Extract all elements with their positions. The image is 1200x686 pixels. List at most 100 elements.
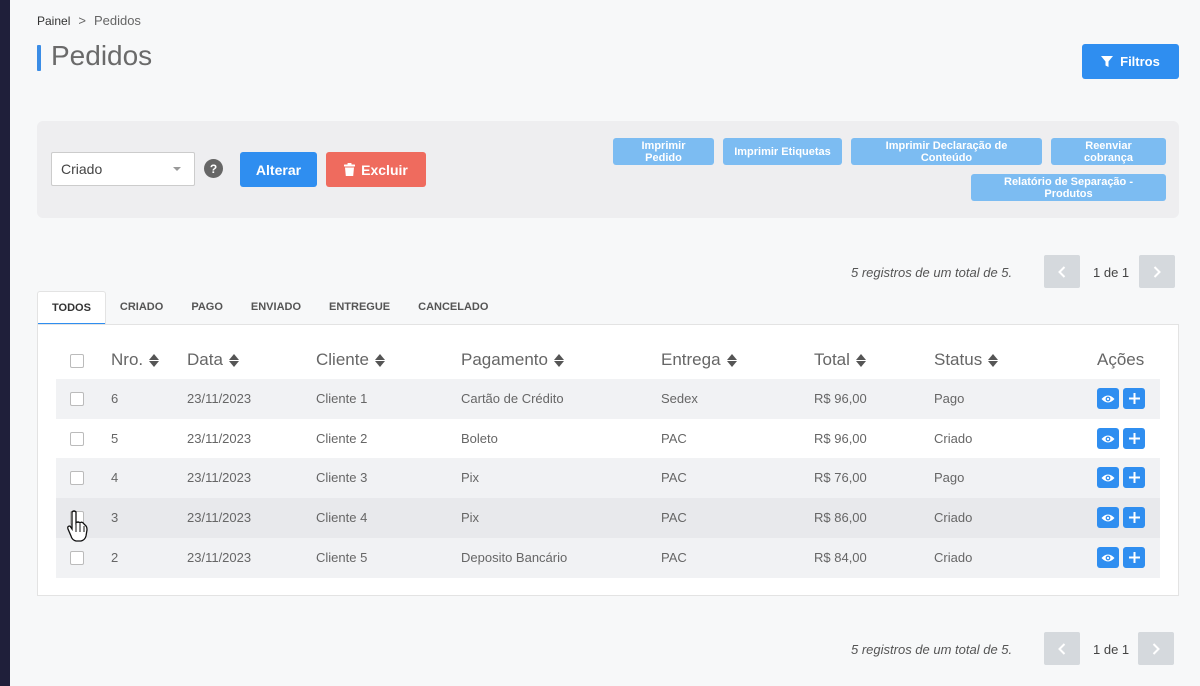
print-content-declaration-button[interactable]: Imprimir Declaração de Conteúdo [851,138,1042,165]
cell-pagamento: Cartão de Crédito [461,391,564,406]
cell-nro: 2 [111,550,119,565]
select-all-checkbox[interactable] [70,354,84,368]
view-order-button[interactable] [1097,467,1119,488]
row-checkbox[interactable] [70,392,84,406]
chevron-right-icon [1153,265,1161,278]
header-status[interactable]: Status [934,350,999,370]
cell-total: R$ 96,00 [814,391,867,406]
cell-data: 23/11/2023 [187,470,252,485]
tab-pago[interactable]: PAGO [177,291,237,325]
row-checkbox[interactable] [70,471,84,485]
sort-icon [374,353,385,367]
view-order-button[interactable] [1097,388,1119,409]
plus-icon [1128,512,1140,523]
breadcrumb-separator: > [78,13,86,28]
excluir-button-label: Excluir [361,161,408,178]
header-entrega[interactable]: Entrega [661,350,737,370]
eye-icon [1101,435,1115,442]
hand-cursor-icon [67,510,88,542]
alterar-button[interactable]: Alterar [240,152,317,187]
cell-data: 23/11/2023 [187,510,252,525]
eye-icon [1101,514,1115,521]
sort-icon [855,353,866,367]
cell-status: Criado [934,510,973,525]
cell-status: Pago [934,391,965,406]
status-select-value: Criado [61,161,103,177]
breadcrumb: Painel > Pedidos [37,13,141,28]
header-pagamento[interactable]: Pagamento [461,350,564,370]
add-button[interactable] [1123,507,1145,528]
header-data[interactable]: Data [187,350,239,370]
cell-pagamento: Pix [461,510,480,525]
cell-entrega: Sedex [661,391,698,406]
page-label-top: 1 de 1 [1093,265,1130,280]
row-checkbox[interactable] [70,551,84,565]
add-button[interactable] [1123,547,1145,568]
header-entrega-label: Entrega [661,350,721,369]
bulk-actions-toolbar: Criado ? Alterar Excluir Imprimir Pedido… [37,121,1179,218]
cell-data: 23/11/2023 [187,391,252,406]
table-row: 2 23/11/2023 Cliente 5 Deposito Bancário PAC… [56,538,1160,578]
cell-total: R$ 76,00 [814,470,867,485]
cell-cliente: Cliente 1 [316,391,368,406]
tab-enviado[interactable]: ENVIADO [237,291,315,325]
filters-button-label: Filtros [1120,54,1160,69]
plus-icon [1128,393,1140,404]
next-page-button-top[interactable] [1139,255,1175,288]
separation-report-button[interactable]: Relatório de Separação - Produtos [971,174,1166,201]
cell-data: 23/11/2023 [187,431,252,446]
status-select[interactable]: Criado [51,152,195,186]
view-order-button[interactable] [1097,507,1119,528]
eye-icon [1101,395,1115,402]
cell-status: Criado [934,431,973,446]
prev-page-button-bottom[interactable] [1044,632,1080,665]
header-total-label: Total [814,350,850,369]
cell-status: Pago [934,470,965,485]
table-row: 6 23/11/2023 Cliente 1 Cartão de Crédito Sed… [56,379,1160,419]
records-info-bottom: 5 registros de um total de 5. [851,642,1013,657]
cell-pagamento: Deposito Bancário [461,550,568,565]
header-total[interactable]: Total [814,350,866,370]
sort-icon [149,353,160,367]
filters-button[interactable]: Filtros [1082,44,1179,79]
sort-icon [726,353,737,367]
view-order-button[interactable] [1097,547,1119,568]
tab-todos[interactable]: TODOS [37,291,106,326]
add-button[interactable] [1123,388,1145,409]
add-button[interactable] [1123,467,1145,488]
header-data-label: Data [187,350,223,369]
chevron-left-icon [1058,265,1066,278]
table-header: Nro. Data Cliente Pagamento Entrega Tota… [56,342,1160,378]
table-row: 5 23/11/2023 Cliente 2 Boleto PAC R$ 96,00 Cri… [56,419,1160,459]
tab-cancelado[interactable]: CANCELADO [404,291,502,325]
tab-criado[interactable]: CRIADO [106,291,177,325]
table-row: 4 23/11/2023 Cliente 3 Pix PAC R$ 76,00 Pago [56,458,1160,498]
prev-page-button-top[interactable] [1044,255,1080,288]
cell-nro: 6 [111,391,119,406]
resend-charge-button[interactable]: Reenviar cobrança [1051,138,1166,165]
view-order-button[interactable] [1097,428,1119,449]
cell-pagamento: Boleto [461,431,498,446]
cell-data: 23/11/2023 [187,550,252,565]
tab-entregue[interactable]: ENTREGUE [315,291,404,325]
help-icon[interactable]: ? [204,159,223,178]
header-pagamento-label: Pagamento [461,350,548,369]
breadcrumb-home-link[interactable]: Painel [37,14,70,28]
chevron-right-icon [1152,642,1160,655]
next-page-button-bottom[interactable] [1138,632,1174,665]
add-button[interactable] [1123,428,1145,449]
cell-status: Criado [934,550,973,565]
cell-cliente: Cliente 2 [316,431,368,446]
breadcrumb-current: Pedidos [93,13,141,28]
header-nro-label: Nro. [111,350,144,369]
print-order-button[interactable]: Imprimir Pedido [613,138,714,165]
header-cliente[interactable]: Cliente [316,350,385,370]
cell-total: R$ 96,00 [814,431,867,446]
title-accent-bar [37,45,41,71]
row-checkbox[interactable] [70,432,84,446]
excluir-button[interactable]: Excluir [326,152,426,187]
header-nro[interactable]: Nro. [111,350,160,370]
print-labels-button[interactable]: Imprimir Etiquetas [723,138,842,165]
cell-pagamento: Pix [461,470,480,485]
cell-nro: 3 [111,510,119,525]
